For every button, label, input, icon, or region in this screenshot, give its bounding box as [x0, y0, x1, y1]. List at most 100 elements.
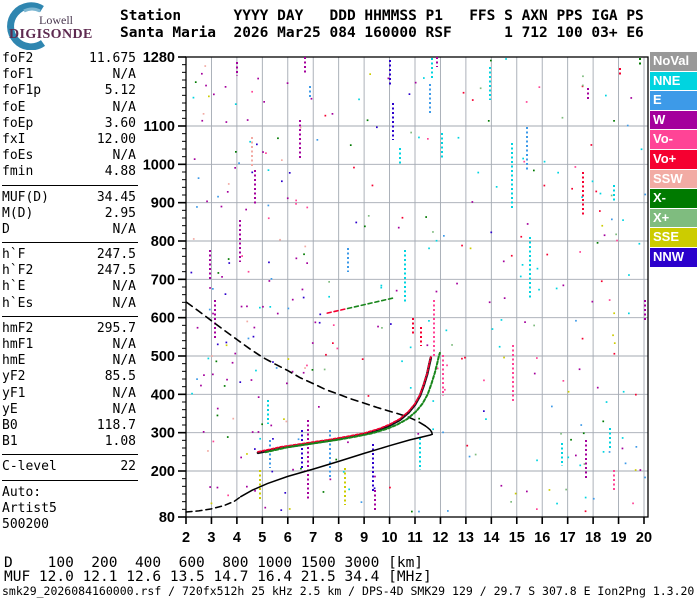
noise-dot: [432, 231, 434, 233]
noise-dot: [556, 502, 558, 505]
noise-dot: [254, 490, 256, 492]
noise-dot: [332, 324, 335, 326]
noise-dot: [324, 114, 327, 117]
noise-dot: [227, 258, 230, 260]
noise-dot: [234, 103, 237, 105]
noise-dot: [565, 488, 567, 491]
legend-item-sse: SSE: [650, 228, 697, 247]
noise-dot: [500, 319, 503, 321]
noise-dot: [272, 361, 274, 363]
noise-dot: [285, 420, 288, 423]
x-mode-trace-green: [264, 351, 441, 454]
noise-dot: [567, 390, 570, 393]
noise-dot: [591, 300, 594, 303]
noise-dot: [487, 120, 490, 122]
noise-dot: [226, 436, 229, 438]
bottomside-profile-extrapolated: [185, 495, 242, 513]
noise-dot: [367, 395, 370, 397]
legend-item-vo: Vo-: [650, 130, 697, 149]
noise-dot: [432, 400, 435, 402]
noise-dot: [601, 224, 604, 227]
noise-dot: [584, 496, 587, 499]
y-axis-tick-label: 1000: [143, 157, 175, 173]
noise-dot: [533, 372, 536, 375]
noise-dot: [491, 328, 494, 330]
noise-dot: [208, 308, 211, 311]
noise-dot: [251, 90, 253, 93]
noise-dot: [194, 81, 197, 83]
noise-dot: [288, 508, 291, 510]
y-axis-tick-label: 1280: [143, 50, 175, 66]
noise-dot: [287, 358, 290, 360]
noise-dot: [510, 501, 512, 503]
noise-dot: [595, 190, 598, 193]
noise-dot: [469, 247, 472, 250]
x-axis-tick-label: 19: [610, 530, 626, 546]
noise-dot: [220, 205, 223, 208]
noise-dot: [256, 143, 258, 146]
noise-dot: [409, 387, 412, 389]
noise-dot: [414, 81, 417, 84]
noise-dot: [468, 455, 471, 458]
noise-dot: [575, 319, 577, 322]
noise-dot: [410, 131, 412, 134]
x-axis-tick-label: 2: [182, 530, 190, 546]
noise-dot: [418, 510, 420, 513]
noise-dot: [231, 361, 234, 364]
noise-dot: [599, 192, 602, 195]
noise-dot: [612, 334, 614, 337]
noise-dot: [428, 320, 430, 322]
noise-dot: [514, 492, 517, 495]
noise-dot: [202, 431, 205, 433]
noise-dot: [622, 219, 624, 221]
noise-dot: [262, 305, 264, 308]
noise-dot: [306, 262, 308, 264]
noise-dot: [418, 417, 420, 420]
bottomside-profile: [239, 425, 434, 498]
noise-dot: [408, 93, 411, 95]
noise-dot: [596, 386, 599, 389]
noise-dot: [522, 157, 524, 160]
noise-dot: [377, 325, 379, 328]
noise-dot: [209, 486, 211, 488]
noise-dot: [349, 144, 352, 146]
noise-dot: [207, 450, 209, 452]
noise-dot: [546, 253, 549, 256]
noise-dot: [196, 378, 198, 380]
noise-dot: [510, 254, 513, 257]
noise-dot: [314, 321, 317, 324]
noise-dot: [621, 437, 624, 439]
x-axis-tick-label: 17: [560, 530, 576, 546]
noise-dot: [536, 267, 539, 270]
noise-dot: [322, 491, 325, 493]
noise-dot: [292, 468, 294, 471]
noise-dot: [444, 388, 446, 391]
noise-dot: [644, 193, 647, 196]
noise-dot: [613, 342, 616, 344]
x-axis-tick-label: 10: [381, 530, 397, 546]
noise-dot: [281, 159, 283, 161]
legend-item-noval: NoVal: [650, 52, 697, 71]
legend-item-x: X+: [650, 208, 697, 228]
o-mode-trace-red: [257, 356, 432, 453]
y-axis-tick-label: 700: [151, 272, 175, 288]
noise-dot: [500, 484, 503, 487]
noise-dot: [543, 160, 546, 163]
noise-dot: [483, 379, 485, 382]
noise-dot: [291, 298, 294, 301]
noise-dot: [464, 356, 466, 359]
noise-dot: [581, 337, 584, 340]
noise-dot: [246, 119, 249, 121]
noise-dot: [524, 321, 526, 323]
noise-dot: [613, 312, 615, 315]
noise-dot: [270, 278, 273, 280]
noise-dot: [471, 99, 474, 101]
noise-dot: [591, 180, 594, 183]
noise-dot: [644, 476, 646, 479]
noise-dot: [331, 113, 334, 115]
noise-dot: [319, 313, 322, 316]
noise-dot: [261, 423, 263, 426]
noise-dot: [611, 218, 613, 221]
noise-dot: [299, 126, 302, 129]
noise-dot: [304, 245, 307, 248]
